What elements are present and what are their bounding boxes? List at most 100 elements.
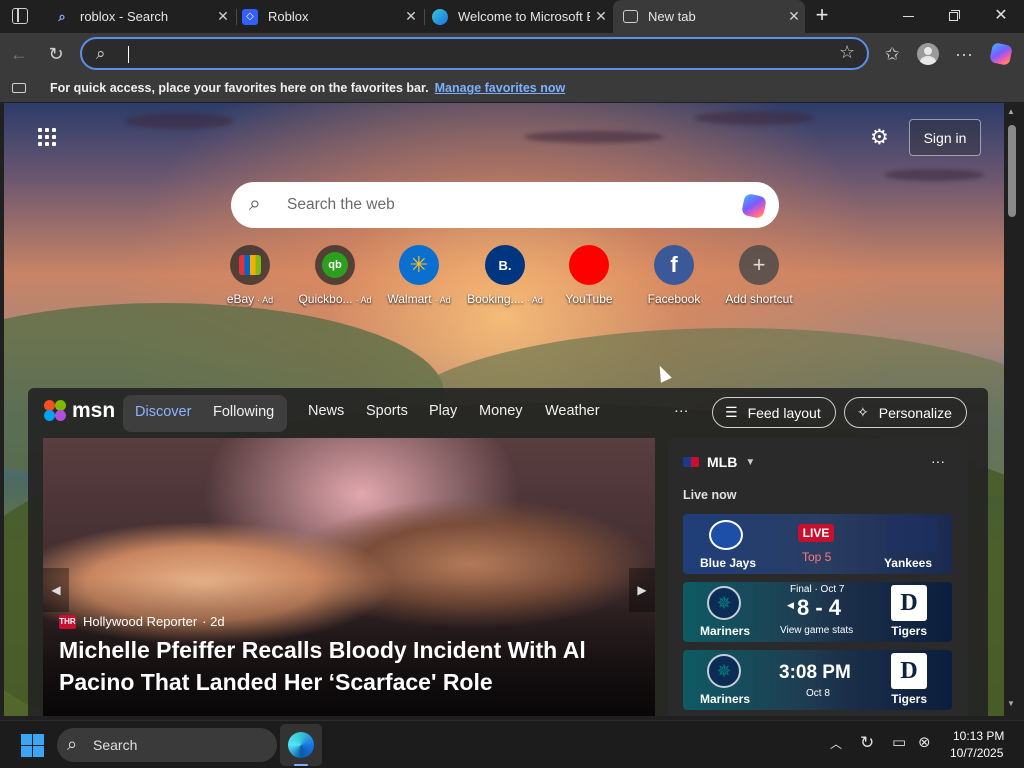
tab-new-tab[interactable]: New tab ✕ xyxy=(613,0,805,33)
sign-in-button[interactable]: Sign in xyxy=(909,119,981,156)
background-cloud xyxy=(524,131,664,143)
monitor-icon[interactable]: ▭ xyxy=(892,733,906,751)
carousel-next-button[interactable]: ▶ xyxy=(629,568,655,612)
profile-avatar[interactable] xyxy=(915,41,941,67)
edge-taskbar-button[interactable] xyxy=(280,724,322,766)
yankees-logo xyxy=(887,518,937,552)
bing-search-icon: ⌕ xyxy=(58,8,66,24)
scroll-up-icon[interactable]: ▲ xyxy=(1007,107,1015,116)
tab-welcome-edge[interactable]: Welcome to Microsoft E ✕ xyxy=(422,0,612,33)
web-search-box[interactable]: ⌕ Search the web xyxy=(231,182,779,228)
network-off-icon[interactable]: ⊗ xyxy=(918,733,931,751)
home-team-name: Tigers xyxy=(891,624,927,638)
view-game-stats-link[interactable]: View game stats xyxy=(780,625,853,636)
favorite-star-icon[interactable]: ☆ xyxy=(839,42,855,63)
booking-icon: B. xyxy=(485,245,525,285)
close-tab-icon[interactable]: ✕ xyxy=(783,8,805,25)
close-tab-icon[interactable]: ✕ xyxy=(590,8,612,25)
shortcut-label: Booking.... xyxy=(467,292,524,306)
refresh-button[interactable]: ↻ xyxy=(43,41,69,67)
copilot-icon[interactable] xyxy=(988,41,1014,67)
game-row[interactable]: Blue Jays LIVE Top 5 Yankees xyxy=(683,514,952,574)
apps-grid-icon[interactable] xyxy=(38,128,56,146)
windows-start-icon[interactable] xyxy=(21,734,44,757)
inning-status: Top 5 xyxy=(802,550,832,564)
plus-icon: + xyxy=(739,245,779,285)
search-placeholder: Search the web xyxy=(287,196,395,213)
tab-discover[interactable]: Discover xyxy=(135,404,191,420)
hero-article-card[interactable]: ◀ ▶ THR Hollywood Reporter · 2d Michelle… xyxy=(43,438,655,716)
sync-alert-icon[interactable]: ↻ xyxy=(860,733,874,753)
plus-glyph: + xyxy=(752,252,766,277)
nav-money[interactable]: Money xyxy=(479,403,523,419)
home-team-name: Yankees xyxy=(883,556,932,570)
shortcut-quickbooks[interactable]: qb Quickbo... · Ad xyxy=(290,245,380,306)
game-row[interactable]: ✵ Mariners Final · Oct 7 ◀ 8 - 4 View ga… xyxy=(683,582,952,642)
nav-news[interactable]: News xyxy=(308,403,344,419)
clock-time[interactable]: 10:13 PM xyxy=(953,729,1004,743)
game-time: 3:08 PM xyxy=(779,662,851,683)
walmart-icon: ✳ xyxy=(399,245,439,285)
close-tab-icon[interactable]: ✕ xyxy=(212,8,234,25)
hollywood-reporter-icon: THR xyxy=(59,614,76,629)
show-hidden-icons-icon[interactable]: ︿ xyxy=(830,735,842,752)
new-tab-page: ⚙ Sign in ⌕ Search the web eBay · Ad qb Q… xyxy=(4,103,1004,716)
tigers-logo: D xyxy=(891,585,927,621)
game-score: 8 - 4 xyxy=(797,595,842,620)
msn-logo[interactable]: msn xyxy=(44,398,115,424)
shortcut-walmart[interactable]: ✳ Walmart · Ad xyxy=(374,245,464,306)
scroll-down-icon[interactable]: ▼ xyxy=(1007,699,1015,708)
shortcut-booking[interactable]: B. Booking.... · Ad xyxy=(460,245,550,306)
shortcut-facebook[interactable]: f Facebook xyxy=(629,245,719,306)
manage-favorites-link[interactable]: Manage favorites now xyxy=(435,81,566,95)
personalize-label: Personalize xyxy=(878,404,952,421)
youtube-icon xyxy=(569,245,609,285)
feed-layout-button[interactable]: ☰ Feed layout xyxy=(712,397,836,428)
tab-following[interactable]: Following xyxy=(213,404,274,420)
settings-gear-icon[interactable]: ⚙ xyxy=(870,125,889,150)
more-menu-icon[interactable]: ··· xyxy=(951,41,977,67)
hero-headline[interactable]: Michelle Pfeiffer Recalls Bloody Inciden… xyxy=(59,634,619,698)
personalize-button[interactable]: ✧ Personalize xyxy=(844,397,967,428)
favorites-icon[interactable]: ✩ xyxy=(879,41,905,67)
minimize-button[interactable] xyxy=(900,9,918,23)
sliders-icon: ☰ xyxy=(725,404,738,420)
roblox-icon: ◇ xyxy=(242,8,258,25)
tab-roblox-search[interactable]: ⌕ roblox - Search ✕ xyxy=(44,0,234,33)
tab-roblox[interactable]: ◇ Roblox ✕ xyxy=(232,0,422,33)
shortcut-youtube[interactable]: YouTube xyxy=(544,245,634,306)
taskbar-search-box[interactable]: ⌕ Search xyxy=(57,728,277,762)
back-button[interactable]: ← xyxy=(6,41,32,67)
live-badge: LIVE xyxy=(798,524,834,542)
shortcut-ebay[interactable]: eBay · Ad xyxy=(205,245,295,306)
article-source[interactable]: THR Hollywood Reporter · 2d xyxy=(59,614,225,629)
mlb-scores-card: MLB ▼ ··· Live now Blue Jays LIVE Top 5 … xyxy=(668,438,968,716)
nav-play[interactable]: Play xyxy=(429,403,457,419)
add-shortcut-button[interactable]: + Add shortcut xyxy=(714,245,804,306)
background-cloud xyxy=(694,111,814,125)
close-tab-icon[interactable]: ✕ xyxy=(400,8,422,25)
more-nav-button[interactable]: ··· xyxy=(674,403,689,419)
booking-glyph: B. xyxy=(498,257,512,273)
search-icon: ⌕ xyxy=(96,44,106,63)
game-row[interactable]: ✵ Mariners 3:08 PM Oct 8 D Tigers xyxy=(683,650,952,710)
page-scrollbar[interactable]: ▲ ▼ xyxy=(1004,103,1020,716)
tab-actions-icon[interactable] xyxy=(12,8,28,24)
mlb-more-button[interactable]: ··· xyxy=(931,453,945,469)
address-bar[interactable]: ⌕ ☆ xyxy=(80,37,869,70)
scroll-thumb[interactable] xyxy=(1008,125,1016,217)
clock-date[interactable]: 10/7/2025 xyxy=(950,746,1003,760)
game-date: Oct 8 xyxy=(806,688,830,699)
nav-sports[interactable]: Sports xyxy=(366,403,408,419)
carousel-prev-button[interactable]: ◀ xyxy=(43,568,69,612)
nav-weather[interactable]: Weather xyxy=(545,403,600,419)
score-arrow-icon: ◀ xyxy=(787,600,794,610)
favorites-bar-icon xyxy=(12,83,26,93)
sparkle-icon: ✧ xyxy=(857,404,869,420)
search-icon: ⌕ xyxy=(67,734,78,754)
copilot-icon[interactable] xyxy=(740,192,768,220)
mlb-header[interactable]: MLB ▼ xyxy=(683,454,755,470)
close-window-button[interactable]: ✕ xyxy=(990,5,1012,27)
new-tab-button[interactable]: + xyxy=(810,3,834,27)
restore-button[interactable] xyxy=(946,9,960,23)
